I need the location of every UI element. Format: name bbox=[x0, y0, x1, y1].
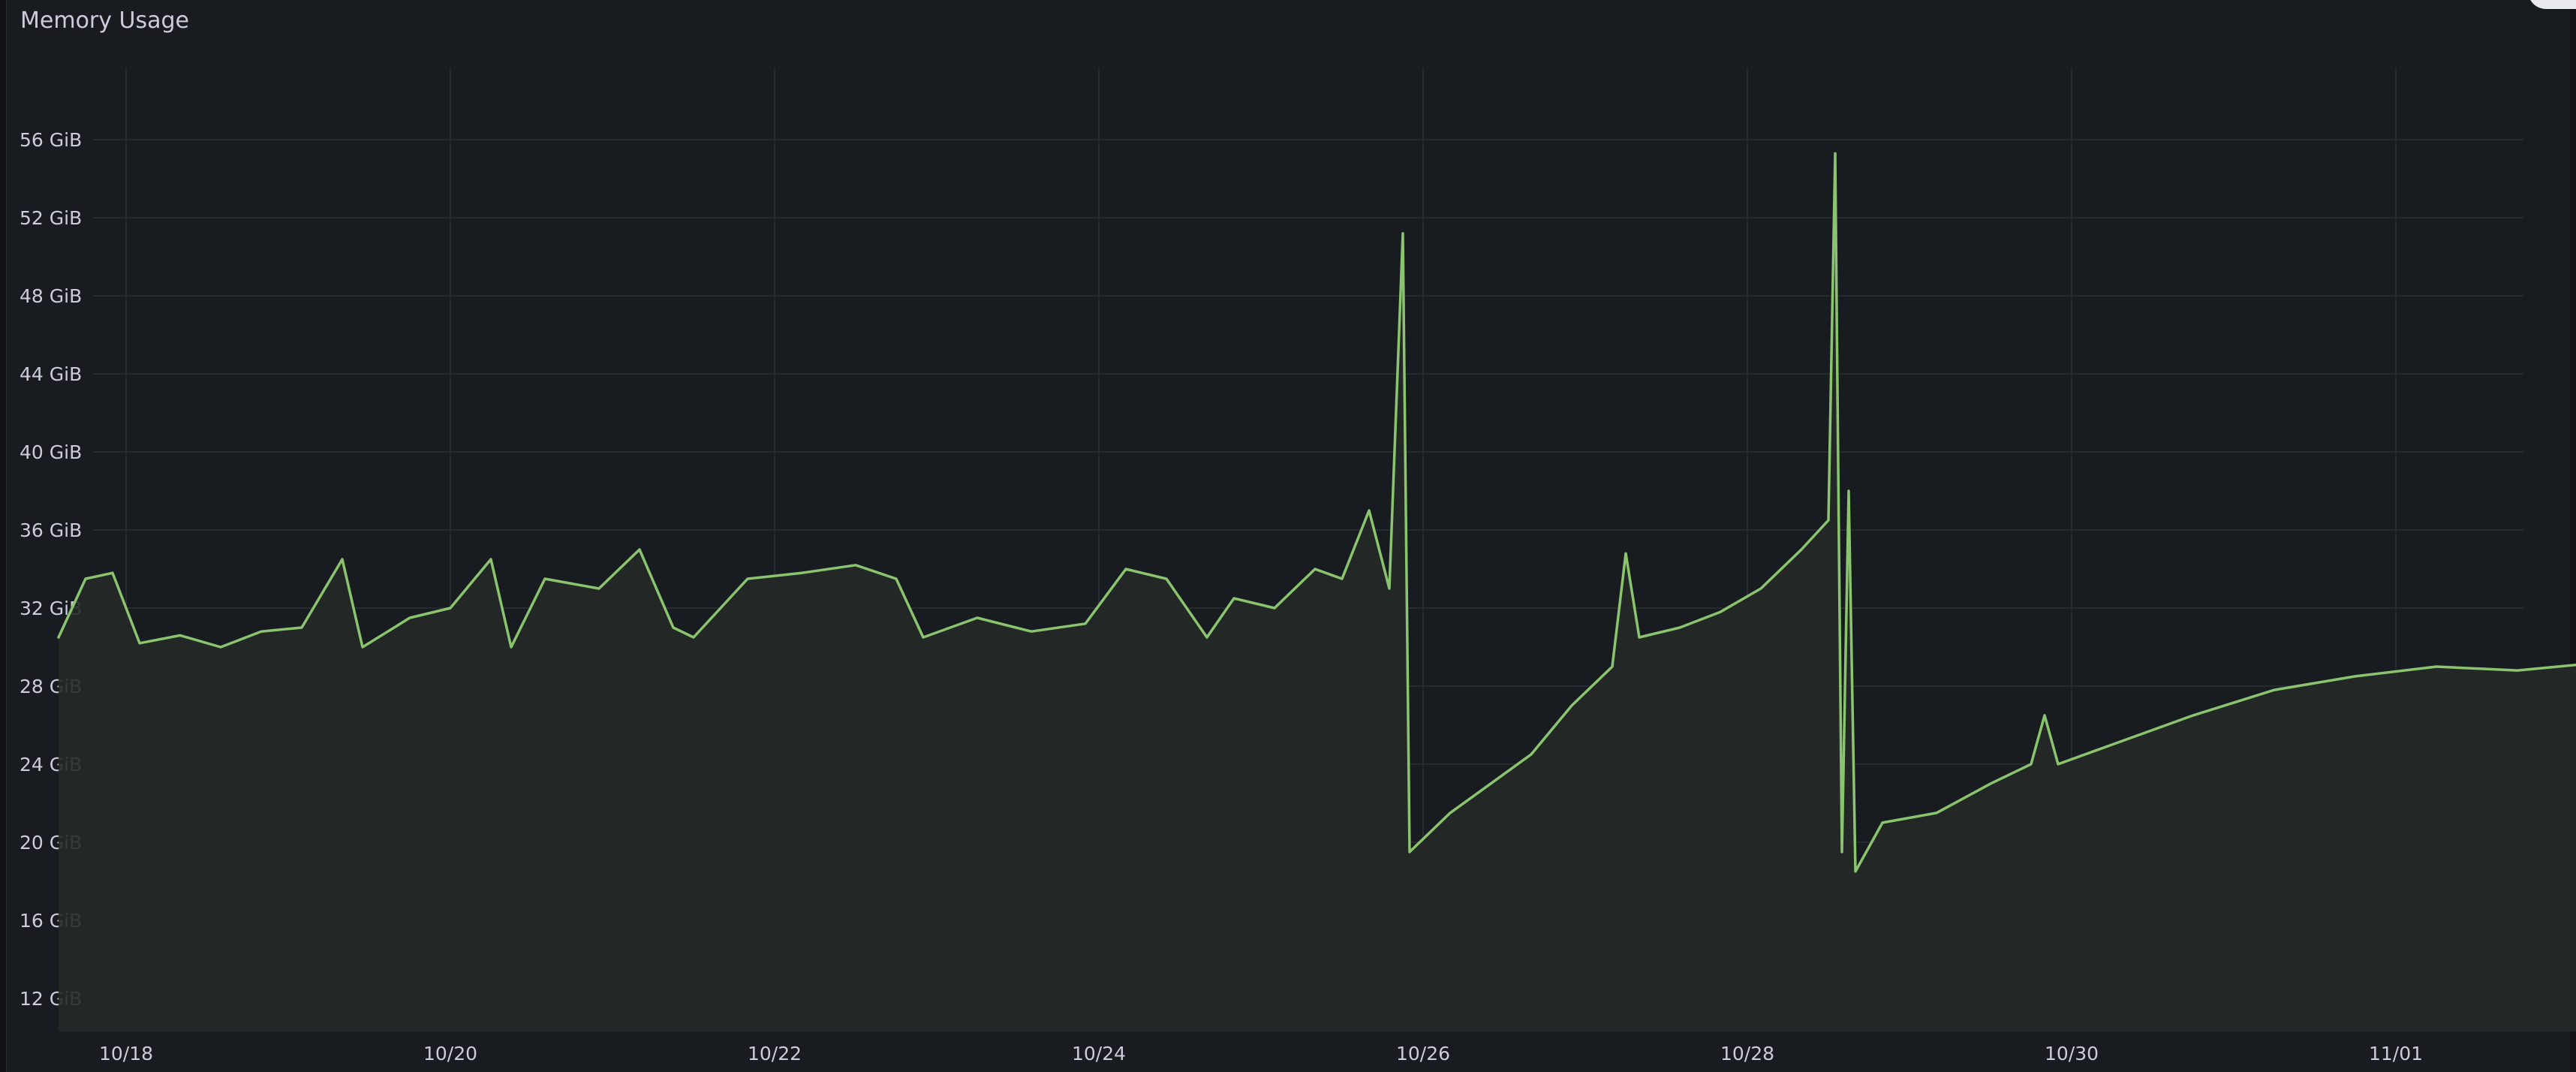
x-tick-label: 10/28 bbox=[1720, 1043, 1774, 1064]
series-area-fill bbox=[59, 153, 2576, 1031]
y-tick-label: 40 GiB bbox=[20, 441, 82, 463]
memory-usage-chart: 12 GiB16 GiB20 GiB24 GiB28 GiB32 GiB36 G… bbox=[20, 68, 2576, 1064]
x-tick-label: 10/22 bbox=[748, 1043, 802, 1064]
y-tick-label: 44 GiB bbox=[20, 363, 82, 385]
x-tick-label: 10/26 bbox=[1396, 1043, 1450, 1064]
x-tick-label: 10/20 bbox=[423, 1043, 477, 1064]
y-tick-label: 36 GiB bbox=[20, 519, 82, 541]
x-tick-label: 10/30 bbox=[2045, 1043, 2099, 1064]
y-tick-label: 56 GiB bbox=[20, 129, 82, 151]
y-tick-label: 52 GiB bbox=[20, 207, 82, 229]
x-tick-label: 10/18 bbox=[99, 1043, 153, 1064]
x-tick-label: 11/01 bbox=[2369, 1043, 2423, 1064]
x-tick-label: 10/24 bbox=[1072, 1043, 1126, 1064]
y-tick-label: 48 GiB bbox=[20, 285, 82, 307]
